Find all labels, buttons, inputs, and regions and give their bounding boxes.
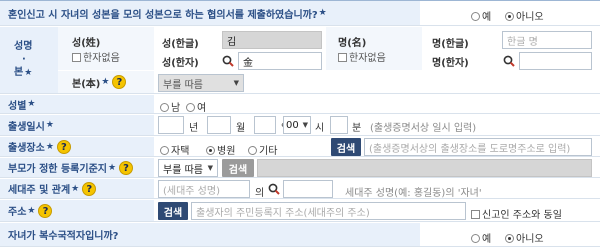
required-star-icon: ★ xyxy=(45,120,54,130)
required-star-icon: ★ xyxy=(24,68,33,78)
checkbox-icon[interactable] xyxy=(72,52,81,62)
help-icon[interactable]: ? xyxy=(56,139,71,154)
chevron-down-icon: ▼ xyxy=(302,121,308,129)
radio-icon[interactable] xyxy=(160,146,169,155)
required-star-icon: ★ xyxy=(27,99,36,109)
dual-nationality-row: 자녀가 복수국적자입니까? 예 아니오 xyxy=(0,223,600,247)
checkbox-icon[interactable] xyxy=(471,210,480,219)
marriage-question-text: 혼인신고 시 자녀의 성본을 모의 성본으로 하는 협의서를 제출하였습니까? xyxy=(8,9,318,21)
householder-label: 세대주 및 관계 ★? xyxy=(0,179,154,198)
gender-row: 성별 ★ 남 여 xyxy=(0,95,600,114)
householder-name-input[interactable]: (세대주 성명) xyxy=(158,180,250,198)
required-star-icon: ★ xyxy=(101,77,110,87)
required-star-icon: ★ xyxy=(318,8,327,18)
help-icon[interactable]: ? xyxy=(38,203,53,218)
month-unit: 월 xyxy=(236,123,246,134)
birth-datetime-row: 출생일시★ 년 월 일 00▼ 시 분 (출생증명서상 일시 입력) xyxy=(0,115,600,136)
required-star-icon: ★ xyxy=(45,141,54,152)
surname-hangul-input[interactable]: 김 xyxy=(222,31,322,49)
householder-hint: 세대주 성명(예: 홍길동)의 '자녀' xyxy=(345,188,482,199)
surname-hanja-input[interactable]: 金 xyxy=(238,52,322,70)
birthplace-row: 출생장소 ★? 자택 병원 기타 검색 (출생증명서상의 출생장소를 도로명주소로… xyxy=(0,137,600,157)
given-hanja-input[interactable] xyxy=(519,52,592,70)
address-input[interactable]: 출생자의 주민등록지 주소(세대주의 주소) xyxy=(191,202,466,220)
marriage-yes-option[interactable]: 예 xyxy=(471,8,491,23)
given-hangul-label: 명(한글) xyxy=(432,39,469,50)
birth-minute-input[interactable] xyxy=(330,116,348,134)
birth-year-input[interactable] xyxy=(158,116,184,134)
search-icon[interactable] xyxy=(268,183,280,195)
checkbox-icon[interactable] xyxy=(338,52,347,62)
same-as-reporter-check[interactable]: 신고인 주소와 동일 xyxy=(471,206,562,221)
registry-select[interactable]: 부를 따름 ▼ xyxy=(158,159,218,177)
surname-no-hanja-check[interactable]: 한자없음 xyxy=(72,49,120,64)
birthplace-input[interactable]: (출생증명서상의 출생장소를 도로명주소로 입력) xyxy=(364,138,592,156)
search-icon[interactable] xyxy=(503,55,515,67)
given-no-hanja-check[interactable]: 한자없음 xyxy=(338,49,386,64)
birthplace-home-option[interactable]: 자택 xyxy=(160,142,189,157)
birthplace-label: 출생장소 ★? xyxy=(0,137,154,156)
gender-male-option[interactable]: 남 xyxy=(160,99,180,114)
address-search-button[interactable]: 검색 xyxy=(158,202,188,220)
registry-label: 부모가 정한 등록기준지 ★? xyxy=(0,158,154,177)
required-star-icon: ★ xyxy=(27,205,36,216)
marriage-no-option[interactable]: 아니오 xyxy=(505,8,544,23)
radio-icon[interactable] xyxy=(471,234,480,243)
householder-row: 세대주 및 관계 ★? (세대주 성명) 의 세대주 성명(예: 홍길동)의 '자… xyxy=(0,179,600,199)
radio-icon[interactable] xyxy=(471,12,480,21)
marriage-question-label: 혼인신고 시 자녀의 성본을 모의 성본으로 하는 협의서를 제출하였습니까? ★ xyxy=(0,1,420,25)
householder-relation-input[interactable] xyxy=(283,180,333,198)
birth-month-input[interactable] xyxy=(207,116,231,134)
given-hangul-input[interactable]: 한글 명 xyxy=(502,31,592,49)
radio-icon[interactable] xyxy=(186,103,195,112)
birthplace-other-option[interactable]: 기타 xyxy=(248,142,277,157)
search-icon[interactable] xyxy=(222,55,234,67)
bon-select[interactable]: 부를 따름 ▼ xyxy=(158,74,244,92)
hour-unit: 시 xyxy=(315,123,325,134)
birthplace-search-button[interactable]: 검색 xyxy=(331,138,361,156)
surname-hangul-label: 성(한글) xyxy=(162,39,199,50)
surname-hanja-label: 성(한자) xyxy=(162,58,199,69)
birth-day-input[interactable] xyxy=(254,116,276,134)
address-row: 주소 ★? 검색 출생자의 주민등록지 주소(세대주의 주소) 신고인 주소와 동… xyxy=(0,200,600,222)
registry-row: 부모가 정한 등록기준지 ★? 부를 따름 ▼ 검색 xyxy=(0,158,600,178)
required-star-icon: ★ xyxy=(107,162,117,173)
surname-sub-label: 성(姓) 한자없음 xyxy=(58,27,154,70)
radio-selected-icon[interactable] xyxy=(505,234,514,243)
birth-datetime-hint: (출생증명서상 일시 입력) xyxy=(370,123,477,134)
minute-unit: 분 xyxy=(352,123,362,134)
given-sub-label: 명(名) 한자없음 xyxy=(326,27,422,70)
required-star-icon: ★ xyxy=(71,183,80,194)
year-unit: 년 xyxy=(189,123,199,134)
dual-yes-option[interactable]: 예 xyxy=(471,230,491,245)
help-icon[interactable]: ? xyxy=(82,181,97,196)
radio-selected-icon[interactable] xyxy=(505,12,514,21)
chevron-down-icon: ▼ xyxy=(233,79,239,87)
birth-hour-select[interactable]: 00 ▼ xyxy=(283,116,311,134)
help-icon[interactable]: ? xyxy=(119,160,134,175)
birth-report-form: 혼인신고 시 자녀의 성본을 모의 성본으로 하는 협의서를 제출하였습니까? ★… xyxy=(0,0,600,247)
help-icon[interactable]: ? xyxy=(112,75,127,89)
gender-label: 성별 ★ xyxy=(0,95,154,113)
birth-datetime-label: 출생일시 ★ xyxy=(0,115,154,135)
name-block: 성명 · 본★ 성(姓) 한자없음 성(한글) 김 성(한자) 金 명(名) 한… xyxy=(0,27,600,94)
gender-female-option[interactable]: 여 xyxy=(186,99,206,114)
marriage-question-row: 혼인신고 시 자녀의 성본을 모의 성본으로 하는 협의서를 제출하였습니까? ★… xyxy=(0,1,600,26)
dual-no-option[interactable]: 아니오 xyxy=(505,230,544,245)
address-label: 주소 ★? xyxy=(0,200,154,221)
given-hanja-label: 명(한자) xyxy=(432,58,469,69)
radio-icon[interactable] xyxy=(160,103,169,112)
name-main-label: 성명 · 본★ xyxy=(0,27,58,93)
radio-selected-icon[interactable] xyxy=(206,146,215,155)
registry-input xyxy=(257,159,592,177)
radio-icon[interactable] xyxy=(248,146,257,155)
bon-sub-label: 본(本) ★? xyxy=(58,71,154,93)
householder-of-text: 의 xyxy=(255,188,265,199)
chevron-down-icon: ▼ xyxy=(207,164,213,172)
birthplace-hospital-option[interactable]: 병원 xyxy=(206,142,235,157)
dual-nationality-label: 자녀가 복수국적자입니까? xyxy=(0,223,420,246)
registry-search-button[interactable]: 검색 xyxy=(222,159,254,177)
